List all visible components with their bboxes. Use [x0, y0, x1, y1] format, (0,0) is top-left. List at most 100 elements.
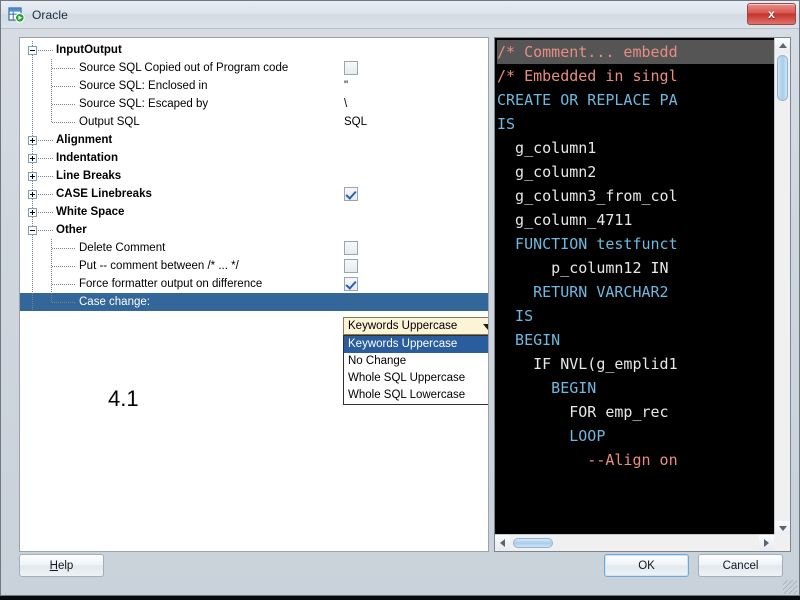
checkbox[interactable] [344, 277, 358, 291]
tree-item-put-comment-between[interactable]: Put -- comment between /* ... */ [20, 257, 488, 275]
tree-connector [32, 275, 33, 293]
scroll-left-button[interactable] [495, 535, 510, 550]
case-change-dropdown-list[interactable]: Keywords Uppercase No Change Whole SQL Upp… [343, 335, 488, 405]
tree-connector [52, 68, 76, 69]
expand-icon[interactable] [28, 136, 37, 145]
code-line: --Align on [497, 451, 678, 469]
dropdown-option[interactable]: Keywords Uppercase [344, 336, 488, 353]
dropdown-option[interactable]: Whole SQL Lowercase [344, 387, 488, 404]
window-title: Oracle [32, 7, 68, 22]
tree-connector [38, 140, 53, 141]
preview-vertical-scrollbar[interactable] [774, 38, 790, 536]
cancel-button-label: Cancel [722, 559, 759, 572]
tree-item-label: Put -- comment between /* ... */ [79, 260, 239, 272]
tree-group-inputoutput[interactable]: InputOutput [20, 41, 488, 59]
dialog-button-bar: Help OK Cancel [1, 551, 799, 587]
sql-preview-pane[interactable]: /* Comment... embedd /* Embedded in singl… [494, 37, 791, 552]
tree-connector [32, 59, 33, 77]
vertical-scrollbar-thumb[interactable] [777, 55, 788, 101]
tree-connector [52, 266, 76, 267]
close-button[interactable]: x [747, 3, 796, 25]
code-line: g_column1 [497, 139, 597, 157]
desktop-backdrop: Oracle x InputOutput Source SQL Copied ou… [0, 0, 800, 600]
chevron-down-icon[interactable] [483, 324, 488, 330]
case-change-combobox[interactable]: Keywords Uppercase [343, 317, 488, 335]
scroll-right-button[interactable] [759, 535, 774, 550]
tree-connector [32, 239, 33, 257]
tree-connector [32, 77, 33, 95]
tree-item-delete-comment[interactable]: Delete Comment [20, 239, 488, 257]
expand-icon[interactable] [28, 154, 37, 163]
tree-group-line-breaks[interactable]: Line Breaks [20, 167, 488, 185]
code-line: IS [497, 307, 534, 325]
checkbox[interactable] [344, 187, 358, 201]
tree-item-source-sql-enclosed-in[interactable]: Source SQL: Enclosed in " [20, 77, 488, 95]
dialog-client-area: InputOutput Source SQL Copied out of Prog… [1, 29, 799, 595]
code-line: /* Comment... embedd [497, 40, 776, 64]
code-line: LOOP [497, 427, 606, 445]
tree-connector [38, 158, 53, 159]
tree-group-other[interactable]: Other [20, 221, 488, 239]
tree-group-label: InputOutput [56, 44, 122, 56]
tree-connector [38, 212, 53, 213]
tree-item-source-sql-copied-out-of-program-code[interactable]: Source SQL Copied out of Program code [20, 59, 488, 77]
checkbox[interactable] [344, 259, 358, 273]
tree-connector [38, 194, 53, 195]
resize-grip[interactable] [783, 580, 797, 594]
tree-item-output-sql[interactable]: Output SQL SQL [20, 113, 488, 131]
checkbox[interactable] [344, 241, 358, 255]
tree-item-label: Source SQL: Escaped by [79, 98, 209, 110]
preview-code: /* Comment... embedd /* Embedded in singl… [495, 38, 776, 472]
tree-group-alignment[interactable]: Alignment [20, 131, 488, 149]
tree-connector [32, 113, 33, 131]
tree-group-indentation[interactable]: Indentation [20, 149, 488, 167]
tree-connector [52, 104, 76, 105]
collapse-icon[interactable] [28, 46, 37, 55]
tree-connector [51, 293, 52, 302]
code-line: g_column3_from_col [497, 187, 678, 205]
dropdown-option[interactable]: No Change [344, 353, 488, 370]
scrollbar-corner [774, 534, 790, 551]
tree-item-value: \ [344, 98, 348, 110]
tree-connector [52, 86, 76, 87]
ok-button-label: OK [638, 559, 655, 572]
preview-horizontal-scrollbar[interactable] [495, 534, 790, 551]
checkbox[interactable] [344, 61, 358, 75]
tree-group-label: Other [56, 224, 87, 236]
tree-group-case-linebreaks[interactable]: CASE Linebreaks [20, 185, 488, 203]
tree-item-force-formatter-output-on-difference[interactable]: Force formatter output on difference [20, 275, 488, 293]
tree-group-label: White Space [56, 206, 125, 218]
expand-icon[interactable] [28, 208, 37, 217]
tree-group-white-space[interactable]: White Space [20, 203, 488, 221]
horizontal-scrollbar-thumb[interactable] [513, 538, 553, 548]
tree-item-label: Force formatter output on difference [79, 278, 263, 290]
code-line: IF NVL(g_emplid1 [497, 355, 678, 373]
scroll-up-button[interactable] [775, 38, 790, 53]
tree-item-label: Delete Comment [79, 242, 166, 254]
tree-connector [32, 293, 33, 311]
expand-icon[interactable] [28, 190, 37, 199]
code-line: g_column_4711 [497, 211, 633, 229]
expand-icon[interactable] [28, 172, 37, 181]
tree-item-value: SQL [344, 116, 368, 128]
tree-connector [52, 302, 76, 303]
tree-item-case-change[interactable]: Case change: [20, 293, 488, 311]
tree-connector [38, 50, 53, 51]
code-line: FOR emp_rec [497, 403, 669, 421]
close-icon: x [768, 7, 775, 21]
collapse-icon[interactable] [28, 226, 37, 235]
ok-button[interactable]: OK [604, 554, 689, 577]
tree-item-source-sql-escaped-by[interactable]: Source SQL: Escaped by \ [20, 95, 488, 113]
tree-item-label: Output SQL [79, 116, 140, 128]
formatter-options-tree[interactable]: InputOutput Source SQL Copied out of Prog… [19, 37, 489, 552]
tree-connector [52, 284, 76, 285]
cancel-button[interactable]: Cancel [698, 554, 783, 577]
preview-viewport: /* Comment... embedd /* Embedded in singl… [495, 38, 776, 536]
arrow-right-icon [764, 538, 769, 547]
arrow-up-icon [778, 43, 787, 48]
dropdown-option[interactable]: Whole SQL Uppercase [344, 370, 488, 387]
tree-item-label: Case change: [79, 296, 150, 308]
help-button[interactable]: Help [19, 554, 104, 577]
code-line: FUNCTION testfunct [497, 235, 678, 253]
tree-item-value: " [344, 80, 349, 92]
